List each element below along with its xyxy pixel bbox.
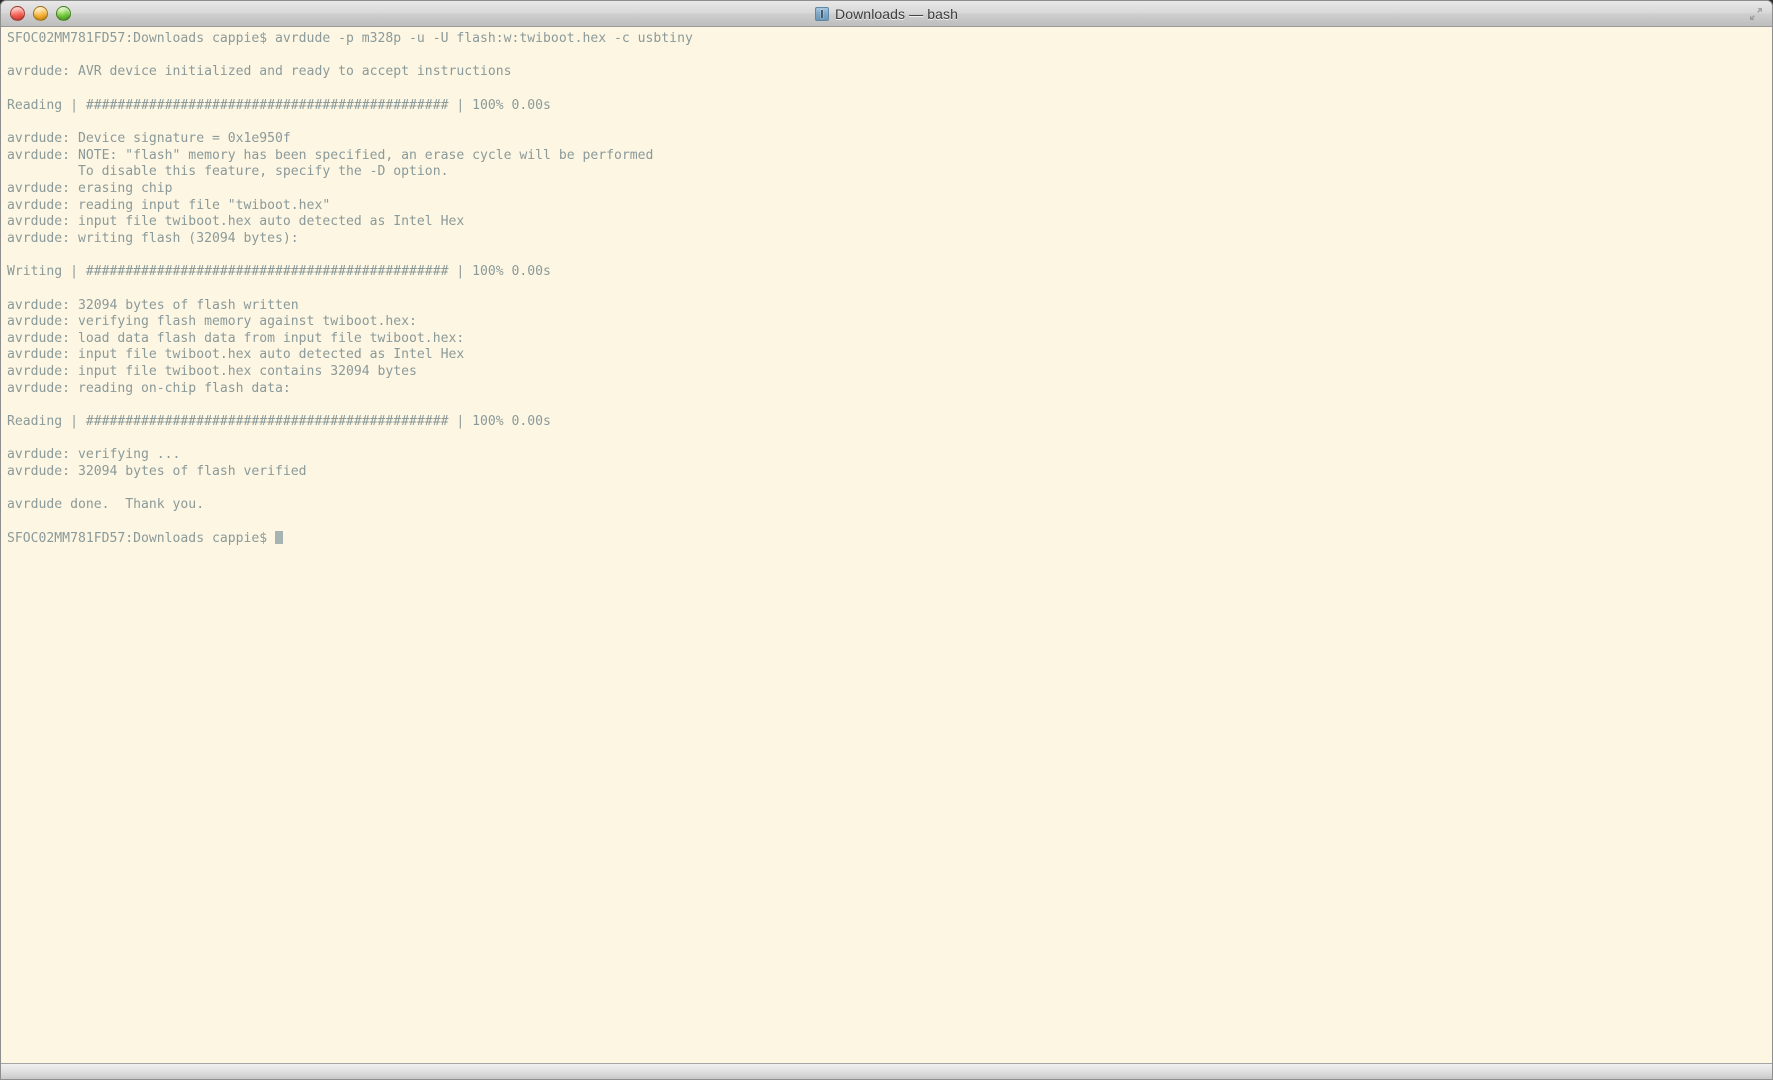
text-cursor <box>275 530 284 544</box>
window-titlebar[interactable]: Downloads — bash <box>1 1 1772 27</box>
terminal-output-area[interactable]: SFOC02MM781FD57:Downloads cappie$ avrdud… <box>1 27 1772 1079</box>
fullscreen-arrows-icon[interactable] <box>1748 6 1764 22</box>
window-bottom-edge <box>1 1063 1772 1079</box>
terminal-lines: SFOC02MM781FD57:Downloads cappie$ avrdud… <box>7 31 693 546</box>
zoom-button[interactable] <box>56 6 71 21</box>
downloads-folder-icon <box>815 6 829 21</box>
window-title-group: Downloads — bash <box>1 1 1772 26</box>
terminal-window: Downloads — bash SFOC02MM781FD57:Downloa… <box>0 0 1773 1080</box>
window-title: Downloads — bash <box>835 5 958 22</box>
minimize-button[interactable] <box>33 6 48 21</box>
terminal-text: SFOC02MM781FD57:Downloads cappie$ avrdud… <box>7 31 1772 547</box>
close-button[interactable] <box>10 6 25 21</box>
window-controls <box>1 6 71 21</box>
